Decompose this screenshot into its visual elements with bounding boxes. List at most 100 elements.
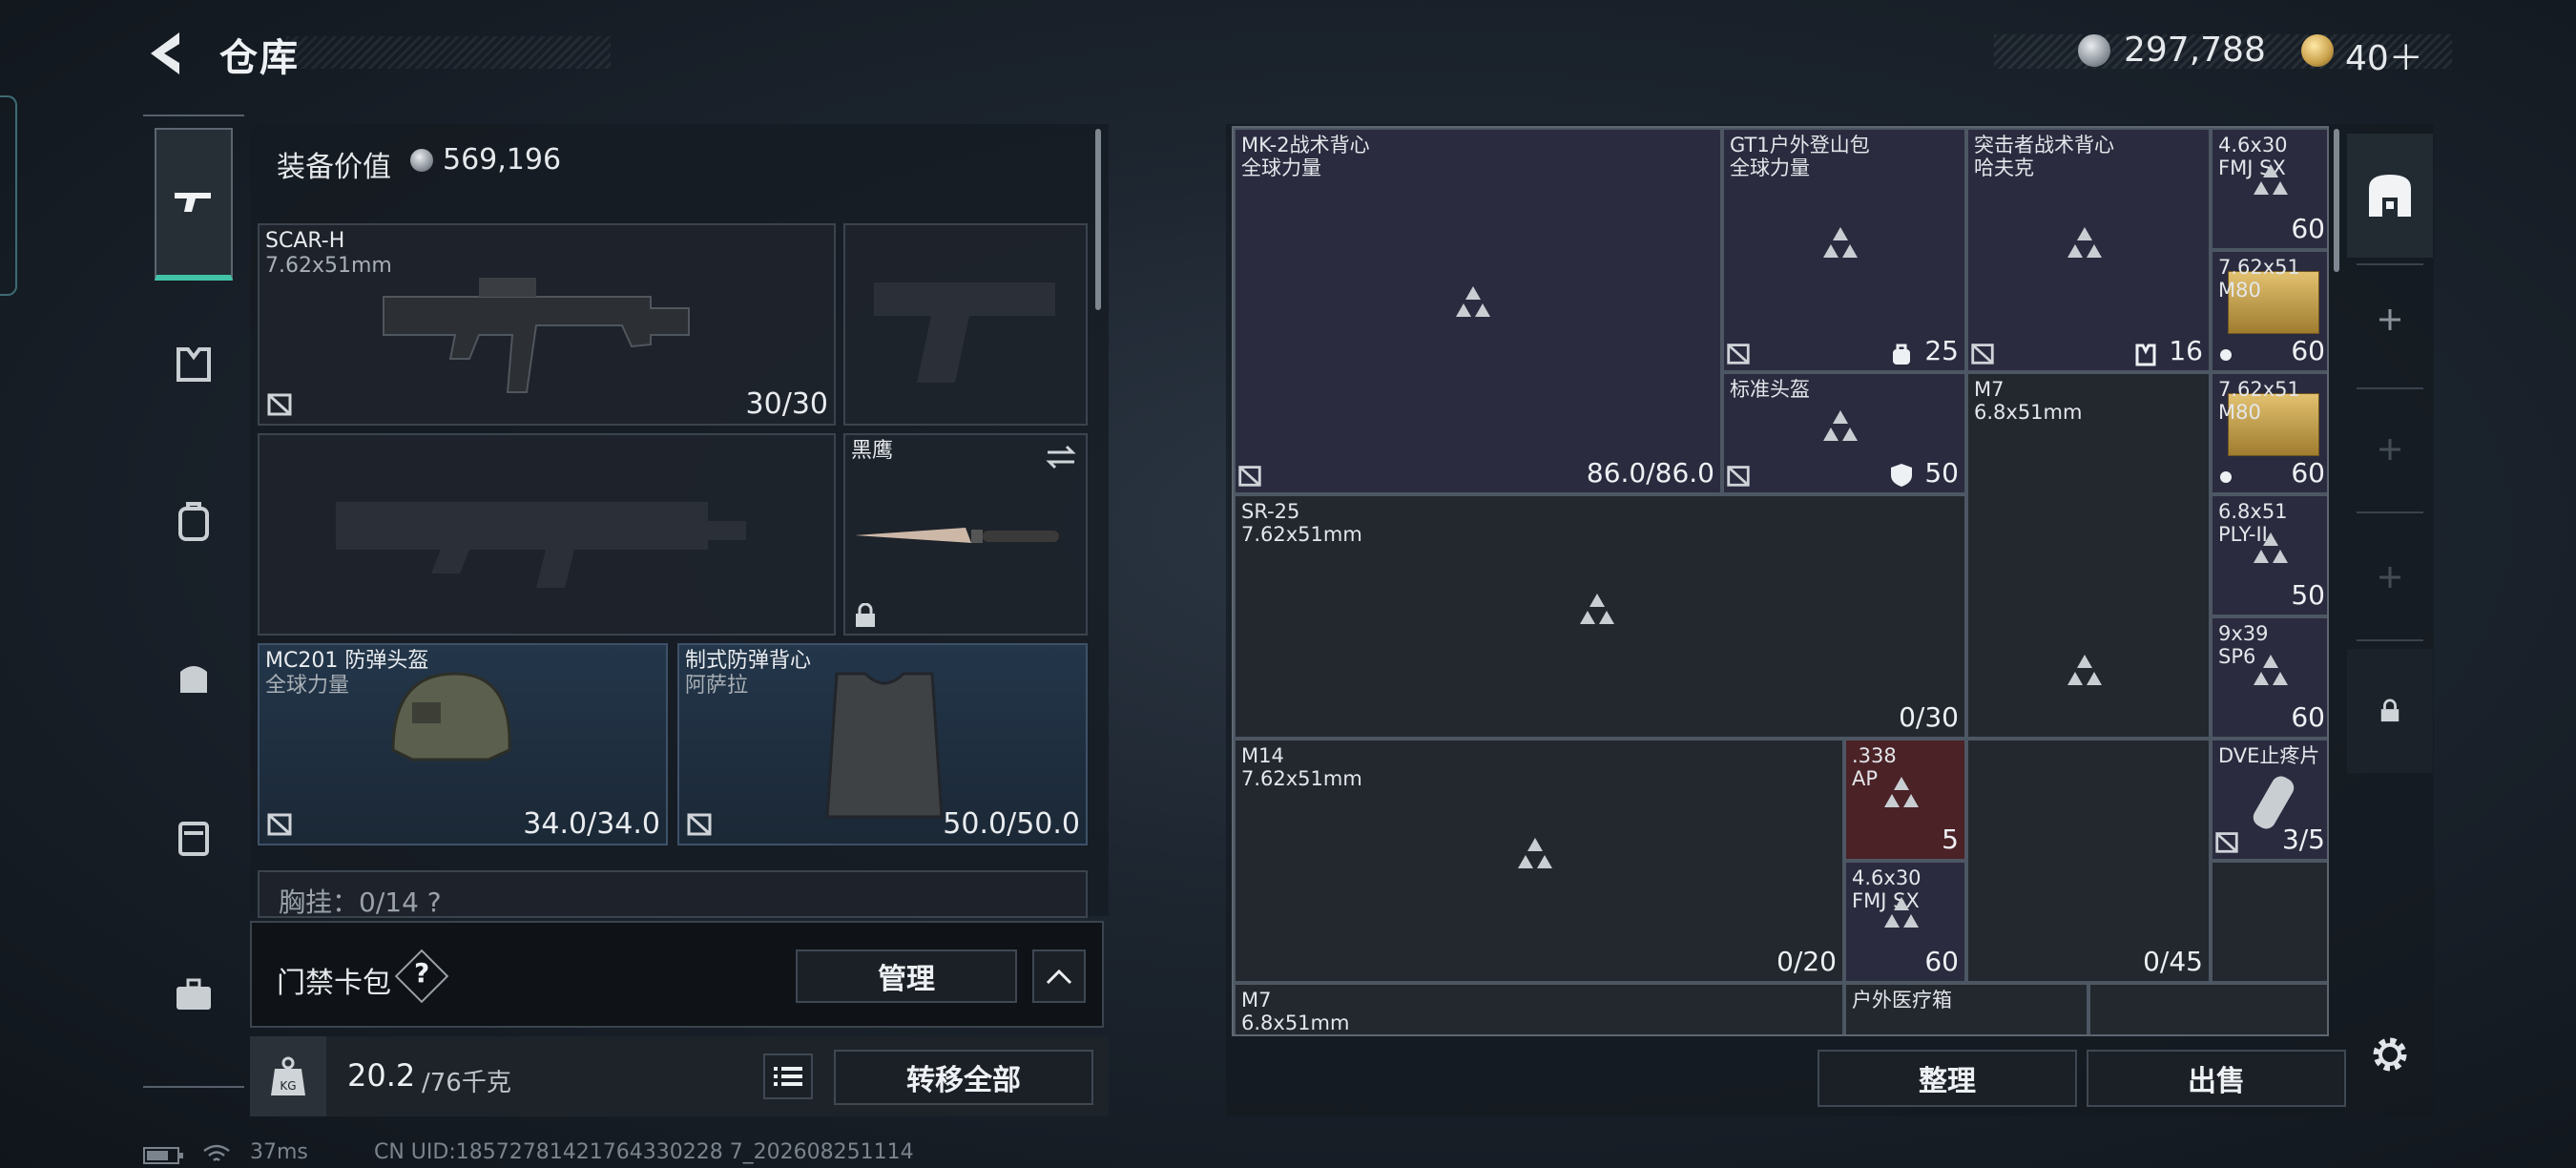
- primary-weapon-name: SCAR-H: [265, 229, 345, 253]
- rifle-icon: [383, 278, 690, 393]
- item-name: SR-25: [1241, 500, 1300, 523]
- rarity-triangle-icon: [2254, 532, 2288, 563]
- chest-rig-capacity: 胸挂：0/14 ?: [279, 886, 442, 918]
- no-protection-icon: [1727, 466, 1750, 487]
- back-arrow-icon[interactable]: [143, 29, 189, 78]
- item-durability: 86.0/86.0: [1586, 457, 1714, 489]
- item-name: 户外医疗箱: [1852, 989, 1952, 1012]
- armor-nav-icon: [177, 347, 211, 382]
- nav-weapons[interactable]: [155, 128, 233, 281]
- secondary-weapon-slot[interactable]: [258, 433, 836, 636]
- add-warehouse-tab[interactable]: [2347, 387, 2433, 511]
- item-name: DVE止疼片: [2218, 744, 2320, 767]
- settings-button[interactable]: [2347, 992, 2433, 1116]
- grid-empty-cell[interactable]: [2088, 983, 2327, 1034]
- list-view-button[interactable]: [763, 1053, 813, 1099]
- side-edge-tab[interactable]: [0, 95, 17, 296]
- primary-weapon-ammo: 30/30: [745, 387, 828, 421]
- nav-tools[interactable]: [155, 918, 233, 1071]
- weight-icon-box: KG: [250, 1036, 326, 1116]
- helmet-icon: [391, 672, 511, 761]
- sort-button[interactable]: 整理: [1818, 1050, 2077, 1107]
- sell-button[interactable]: 出售: [2087, 1050, 2346, 1107]
- warehouse-grid[interactable]: MK-2战术背心 全球力量 86.0/86.0 GT1户外登山包 全球力量 25…: [1232, 126, 2329, 1036]
- silver-currency-value: 297,788: [2124, 31, 2266, 70]
- grid-item-762x51-m80-b[interactable]: 7.62x51 M80 60: [2211, 372, 2327, 494]
- no-protection-icon: [1238, 466, 1261, 487]
- warehouse-tabs: [2347, 124, 2433, 1116]
- item-sub: M80: [2218, 401, 2261, 424]
- add-warehouse-tab[interactable]: [2347, 258, 2433, 382]
- item-name: MK-2战术背心: [1241, 134, 1370, 156]
- no-protection-icon: [1971, 344, 1994, 365]
- chevron-up-icon: [1046, 969, 1072, 985]
- plus-icon: [2379, 309, 2400, 330]
- shield-icon: [1891, 464, 1912, 487]
- vest-slot[interactable]: 制式防弹背心 阿萨拉 50.0/50.0: [677, 643, 1088, 845]
- item-sub: 6.8x51mm: [1974, 401, 2083, 424]
- collapse-button[interactable]: [1032, 949, 1086, 1003]
- ping-value: 37ms: [250, 1140, 308, 1164]
- nav-armor[interactable]: [155, 288, 233, 441]
- vest-durability: 50.0/50.0: [943, 807, 1080, 841]
- helmet-slot[interactable]: MC201 防弹头盔 全球力量 34.0/34.0: [258, 643, 668, 845]
- item-ammo: 0/45: [2143, 946, 2203, 977]
- vest-icon: [825, 672, 944, 819]
- grid-item-medical-box[interactable]: 户外医疗箱: [1844, 983, 2088, 1034]
- item-sub: M80: [2218, 279, 2261, 302]
- item-ammo: 0/20: [1776, 946, 1837, 977]
- no-protection-icon: [267, 813, 292, 836]
- rig-nav-icon: [180, 666, 207, 693]
- battery-icon: [143, 1147, 183, 1164]
- backpack-nav-icon: [178, 502, 209, 541]
- item-name: .338: [1852, 744, 1897, 767]
- grid-item-weapon-045[interactable]: 0/45: [1966, 739, 2211, 983]
- nav-rig[interactable]: [155, 603, 233, 756]
- loadout-scrollbar[interactable]: [1095, 129, 1101, 310]
- swap-icon[interactable]: [1044, 443, 1078, 471]
- plus-icon: [2379, 439, 2400, 460]
- nav-backpack[interactable]: [155, 446, 233, 598]
- item-sub: 6.8x51mm: [1241, 1012, 1350, 1034]
- warehouse-tab-main[interactable]: [2347, 134, 2433, 258]
- keycard-label: 门禁卡包: [277, 967, 391, 1000]
- grid-empty-cell[interactable]: [2211, 861, 2327, 983]
- pistol-slot[interactable]: [843, 223, 1088, 426]
- svg-text:KG: KG: [280, 1079, 296, 1093]
- chest-rig-row[interactable]: 胸挂：0/14 ?: [258, 870, 1088, 918]
- gold-token-icon: [2301, 34, 2334, 67]
- silver-coin-icon: [2078, 34, 2110, 67]
- lock-icon: [856, 603, 875, 627]
- title-decoration: [286, 36, 611, 69]
- gold-currency-value[interactable]: 40＋: [2345, 31, 2423, 80]
- rarity-triangle-icon: [2254, 164, 2288, 195]
- rarity-triangle-icon: [1456, 286, 1490, 317]
- list-icon: [774, 1067, 802, 1086]
- grid-scrollbar[interactable]: [2334, 129, 2339, 272]
- help-icon[interactable]: ?: [414, 957, 429, 989]
- locked-warehouse-tab[interactable]: [2347, 649, 2433, 773]
- item-name: M7: [1974, 378, 2005, 401]
- grid-item-m7-b[interactable]: M7 6.8x51mm: [1234, 983, 1844, 1034]
- silver-coin-icon: [410, 149, 433, 172]
- rifle-silhouette-icon: [336, 502, 746, 588]
- vest-name: 制式防弹背心: [685, 649, 812, 673]
- add-warehouse-tab[interactable]: [2347, 515, 2433, 639]
- item-sub: 全球力量: [1730, 156, 1810, 179]
- plus-icon: [2379, 567, 2400, 588]
- manage-button[interactable]: 管理: [796, 949, 1017, 1003]
- vest-capacity-icon: [2135, 344, 2156, 366]
- equip-value-label: 装备价值: [277, 151, 391, 184]
- item-count: 60: [1924, 946, 1959, 977]
- item-name: GT1户外登山包: [1730, 134, 1870, 156]
- grid-item-762x51-m80-a[interactable]: 7.62x51 M80 60: [2211, 250, 2327, 372]
- lock-icon: [2380, 699, 2399, 722]
- transfer-all-button[interactable]: 转移全部: [834, 1050, 1093, 1105]
- melee-slot[interactable]: 黑鹰: [843, 433, 1088, 636]
- nav-case[interactable]: [155, 761, 233, 913]
- item-capacity: 16: [2169, 335, 2203, 366]
- primary-weapon-slot[interactable]: SCAR-H 7.62x51mm 30/30: [258, 223, 836, 426]
- backpack-capacity-icon: [1893, 344, 1910, 365]
- wifi-icon: [203, 1144, 230, 1161]
- item-count: 60: [2291, 335, 2325, 366]
